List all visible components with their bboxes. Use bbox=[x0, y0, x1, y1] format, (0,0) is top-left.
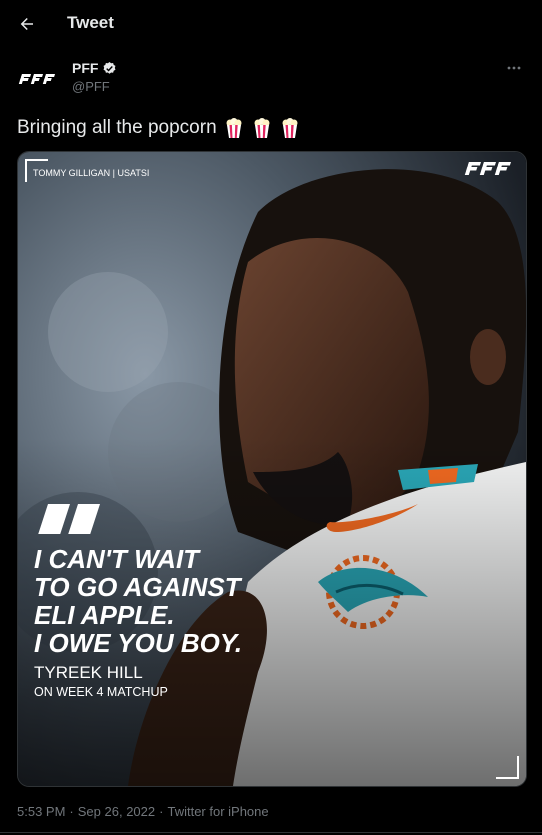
quote-line: TO GO AGAINST bbox=[34, 572, 243, 602]
separator-dot: · bbox=[69, 804, 74, 819]
tweet-text: Bringing all the popcorn bbox=[17, 117, 301, 139]
author-handle[interactable]: @PFF bbox=[72, 79, 110, 94]
player-photo-graphic: TOMMY GILLIGAN | USATSI I CAN'T WAIT TO … bbox=[18, 152, 526, 786]
quote-line: ELI APPLE. bbox=[34, 600, 175, 630]
author-name[interactable]: PFF bbox=[72, 60, 98, 76]
divider bbox=[0, 832, 542, 833]
tweet-time[interactable]: 5:53 PM bbox=[17, 804, 65, 819]
quote-line: I CAN'T WAIT bbox=[34, 544, 201, 574]
popcorn-icon bbox=[254, 118, 270, 138]
more-options-button[interactable] bbox=[504, 60, 524, 76]
tweet-author: PFF @PFF bbox=[16, 58, 526, 98]
pff-avatar[interactable] bbox=[16, 68, 62, 90]
verified-badge-icon bbox=[104, 61, 116, 74]
tweet-text-content: Bringing all the popcorn bbox=[17, 117, 217, 138]
tweet-date[interactable]: Sep 26, 2022 bbox=[78, 804, 155, 819]
arrow-left-icon bbox=[20, 18, 33, 30]
back-button[interactable] bbox=[14, 11, 40, 37]
popcorn-icon bbox=[226, 118, 242, 138]
photo-credit: TOMMY GILLIGAN | USATSI bbox=[33, 168, 149, 178]
page-title: Tweet bbox=[67, 13, 114, 32]
quote-line: I OWE YOU BOY. bbox=[34, 628, 242, 658]
author-name-row[interactable]: PFF bbox=[72, 60, 117, 76]
tweet-metadata: 5:53 PM · Sep 26, 2022 · Twitter for iPh… bbox=[17, 804, 269, 819]
pff-logo-icon bbox=[18, 74, 56, 84]
top-bar: Tweet bbox=[0, 0, 542, 48]
speaker-name: TYREEK HILL bbox=[34, 663, 143, 682]
tweet-media-image[interactable]: TOMMY GILLIGAN | USATSI I CAN'T WAIT TO … bbox=[17, 151, 527, 787]
speaker-context: ON WEEK 4 MATCHUP bbox=[34, 685, 168, 699]
separator-dot: · bbox=[159, 804, 164, 819]
popcorn-icon bbox=[282, 118, 298, 138]
tweet-source[interactable]: Twitter for iPhone bbox=[167, 804, 268, 819]
more-dots-icon bbox=[507, 66, 521, 70]
